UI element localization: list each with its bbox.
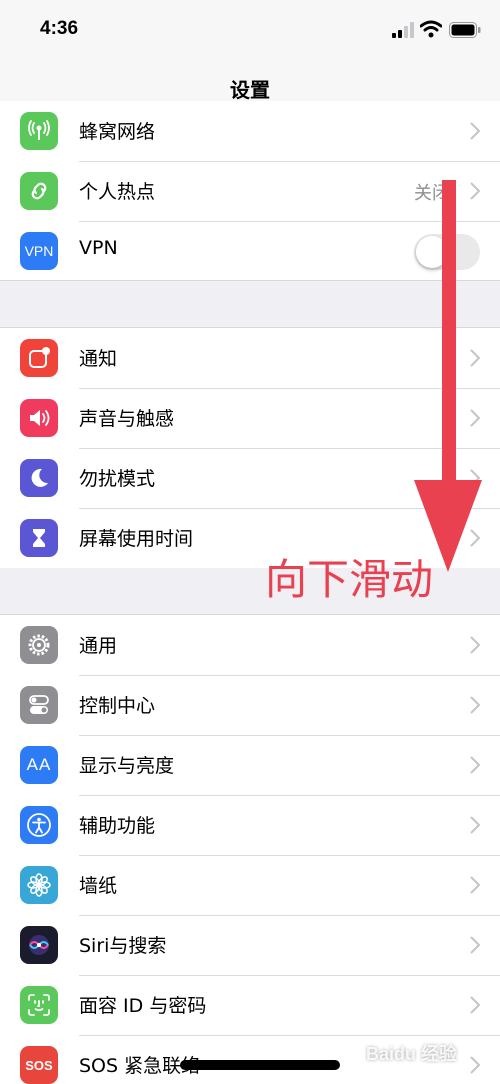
- row-label: 通知: [79, 348, 118, 370]
- vpn-icon: VPN: [20, 232, 58, 270]
- row-label: 显示与亮度: [79, 755, 175, 777]
- row-label: 声音与触感: [79, 408, 175, 430]
- row-label: 勿扰模式: [79, 468, 156, 490]
- chevron-right-icon: [470, 996, 480, 1014]
- status-time: 4:36: [40, 18, 79, 39]
- notification-icon: [20, 339, 58, 377]
- battery-icon: [449, 22, 481, 38]
- sos-icon-text: SOS: [25, 1057, 53, 1073]
- row-label: Siri与搜索: [79, 935, 167, 957]
- settings-row-control-center[interactable]: 控制中心: [0, 675, 500, 735]
- chevron-right-icon: [470, 636, 480, 654]
- page-title: 设置: [230, 78, 270, 102]
- row-label: 通用: [79, 635, 118, 657]
- settings-row-siri[interactable]: Siri与搜索: [0, 915, 500, 975]
- row-label: 个人热点: [79, 181, 156, 203]
- chevron-right-icon: [470, 1056, 480, 1074]
- wifi-icon: [420, 20, 442, 38]
- text-size-icon-text: AA: [26, 755, 52, 774]
- scroll-down-arrow-icon: [414, 180, 482, 572]
- chevron-right-icon: [470, 816, 480, 834]
- settings-group-general: 通用 控制中心 AA 显示与亮度 辅助功能 墙纸 Siri与搜索 面容 ID 与…: [0, 614, 500, 1084]
- settings-row-face-id[interactable]: 面容 ID 与密码: [0, 975, 500, 1035]
- gear-icon: [20, 626, 58, 664]
- settings-row-cellular[interactable]: 蜂窝网络: [0, 101, 500, 161]
- settings-row-general[interactable]: 通用: [0, 615, 500, 675]
- flower-icon: [20, 866, 58, 904]
- annotation-text: 向下滑动: [265, 555, 434, 604]
- face-id-icon: [20, 986, 58, 1024]
- antenna-icon: [20, 112, 58, 150]
- switches-icon: [20, 686, 58, 724]
- row-label: 墙纸: [79, 875, 118, 897]
- moon-icon: [20, 459, 58, 497]
- settings-row-wallpaper[interactable]: 墙纸: [0, 855, 500, 915]
- accessibility-icon: [20, 806, 58, 844]
- hourglass-icon: [20, 519, 58, 557]
- sos-icon: SOS: [20, 1046, 58, 1084]
- chevron-right-icon: [470, 696, 480, 714]
- chevron-right-icon: [470, 936, 480, 954]
- home-indicator[interactable]: [180, 1060, 340, 1070]
- chevron-right-icon: [470, 876, 480, 894]
- vpn-icon-text: VPN: [24, 243, 54, 259]
- chevron-right-icon: [470, 122, 480, 140]
- row-label: 控制中心: [79, 695, 156, 717]
- cellular-signal-icon: [392, 22, 414, 38]
- chevron-right-icon: [470, 756, 480, 774]
- row-label: 辅助功能: [79, 815, 156, 837]
- row-label: 屏幕使用时间: [79, 528, 194, 550]
- settings-row-display[interactable]: AA 显示与亮度: [0, 735, 500, 795]
- row-label: 面容 ID 与密码: [79, 995, 207, 1017]
- siri-icon: [20, 926, 58, 964]
- settings-row-accessibility[interactable]: 辅助功能: [0, 795, 500, 855]
- hotspot-icon: [20, 172, 58, 210]
- row-label: 蜂窝网络: [79, 121, 156, 143]
- watermark: Baidu 经验: [366, 1044, 458, 1064]
- text-size-icon: AA: [20, 746, 58, 784]
- speaker-icon: [20, 399, 58, 437]
- status-bar: 4:36: [0, 0, 500, 60]
- row-label: VPN: [79, 237, 118, 259]
